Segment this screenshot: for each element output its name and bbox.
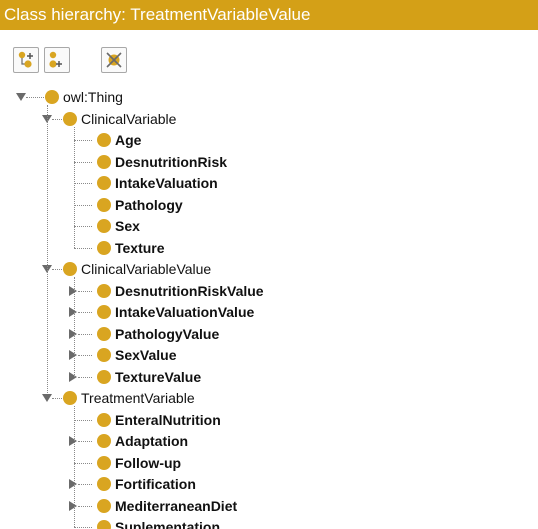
tree-connector	[74, 226, 92, 227]
add-subclass-button[interactable]	[13, 47, 39, 73]
class-label: ClinicalVariable	[81, 110, 177, 127]
class-icon	[97, 219, 111, 233]
class-icon	[97, 455, 111, 470]
toolbar	[0, 30, 538, 84]
class-icon	[45, 90, 59, 104]
collapsed-toggle-icon[interactable]	[69, 328, 77, 339]
collapsed-toggle-icon[interactable]	[69, 500, 77, 511]
class-label: DesnutritionRiskValue	[115, 282, 264, 299]
class-icon	[97, 369, 111, 384]
class-label: MediterraneanDiet	[115, 497, 238, 514]
collapsed-toggle-icon[interactable]	[69, 307, 77, 317]
add-sibling-button[interactable]	[44, 47, 70, 73]
class-label: TreatmentVariable	[81, 390, 195, 406]
class-icon	[97, 197, 111, 212]
tree-connector	[78, 355, 92, 356]
class-label: IntakeValuation	[115, 175, 218, 191]
add-sibling-icon	[49, 51, 62, 68]
expanded-toggle-icon[interactable]	[16, 93, 26, 101]
class-label: Fortification	[115, 476, 196, 492]
collapsed-toggle-icon[interactable]	[69, 285, 77, 296]
tree-connector	[78, 441, 92, 442]
class-icon	[97, 434, 111, 448]
class-icon	[97, 520, 111, 529]
class-icon	[97, 283, 111, 298]
class-icon	[97, 305, 111, 319]
class-label: EnteralNutrition	[115, 411, 221, 428]
class-hierarchy-tree: owl:Thing ClinicalVariable Age Desnutrition…	[0, 86, 538, 529]
class-label: Follow-up	[115, 454, 182, 471]
collapsed-toggle-icon[interactable]	[69, 436, 77, 446]
collapsed-toggle-icon[interactable]	[69, 350, 77, 360]
tree-connector	[74, 406, 75, 527]
tree-connector	[74, 161, 92, 163]
class-icon	[97, 412, 111, 427]
class-label: Pathology	[115, 196, 183, 213]
class-label: Age	[115, 132, 142, 148]
class-icon	[97, 348, 111, 362]
class-icon	[97, 498, 111, 513]
class-label: Texture	[115, 239, 165, 256]
tree-connector	[78, 484, 92, 485]
tree-connector	[78, 312, 92, 313]
class-icon	[97, 477, 111, 491]
collapsed-toggle-icon[interactable]	[69, 371, 77, 382]
class-icon	[97, 133, 111, 147]
collapsed-toggle-icon[interactable]	[69, 479, 77, 489]
class-icon	[97, 326, 111, 341]
expanded-toggle-icon[interactable]	[42, 394, 52, 402]
tree-connector	[74, 247, 92, 249]
tree-connector	[74, 183, 92, 184]
class-label: Sex	[115, 218, 140, 234]
add-subclass-icon	[18, 51, 33, 68]
class-label: SexValue	[115, 347, 177, 363]
tree-connector	[74, 126, 75, 248]
tree-connector	[47, 105, 48, 393]
delete-class-icon	[106, 52, 122, 68]
class-label: IntakeValuationValue	[115, 304, 255, 320]
class-icon	[97, 176, 111, 190]
tree-connector	[78, 290, 92, 292]
class-label: DesnutritionRisk	[115, 153, 228, 170]
class-icon	[63, 391, 77, 405]
tree-connector	[74, 462, 92, 464]
delete-class-button[interactable]	[101, 47, 127, 73]
tree-connector	[74, 204, 92, 206]
tree-connector	[78, 376, 92, 378]
tree-connector	[74, 140, 92, 141]
class-icon	[97, 154, 111, 169]
class-icon	[63, 262, 77, 276]
class-label: Suplementation	[115, 519, 221, 529]
panel-title: Class hierarchy: TreatmentVariableValue	[0, 0, 538, 30]
class-label: PathologyValue	[115, 325, 220, 342]
class-label: TextureValue	[115, 368, 202, 385]
tree-connector	[74, 277, 75, 377]
tree-connector	[78, 505, 92, 507]
class-label: owl:Thing	[63, 89, 123, 105]
class-icon	[97, 240, 111, 255]
tree-connector	[74, 527, 92, 528]
tree-connector	[78, 333, 92, 335]
class-icon	[63, 111, 77, 126]
tree-connector	[74, 419, 92, 421]
class-label: ClinicalVariableValue	[81, 261, 212, 277]
class-label: Adaptation	[115, 433, 189, 449]
tree-connector	[26, 97, 46, 98]
